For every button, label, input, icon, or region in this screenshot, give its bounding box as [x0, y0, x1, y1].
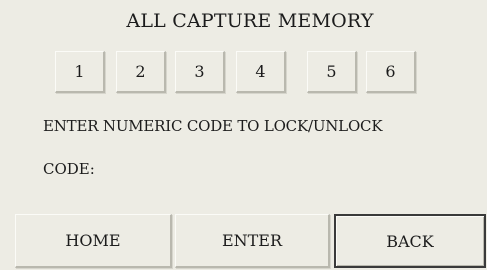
- numeric-key-6[interactable]: 6: [366, 51, 416, 93]
- numeric-key-4[interactable]: 4: [236, 51, 286, 93]
- home-button[interactable]: HOME: [15, 214, 172, 268]
- capture-memory-lock-screen: ALL CAPTURE MEMORY 1 2 3 4 5 6 ENTER NUM…: [0, 0, 487, 270]
- back-button[interactable]: BACK: [334, 214, 486, 268]
- page-title: ALL CAPTURE MEMORY: [126, 10, 374, 32]
- numeric-key-3[interactable]: 3: [175, 51, 225, 93]
- numeric-key-5[interactable]: 5: [307, 51, 357, 93]
- code-label: CODE:: [43, 160, 95, 178]
- numeric-key-1[interactable]: 1: [55, 51, 105, 93]
- enter-button[interactable]: ENTER: [175, 214, 330, 268]
- numeric-key-2[interactable]: 2: [116, 51, 166, 93]
- instruction-text: ENTER NUMERIC CODE TO LOCK/UNLOCK: [43, 117, 383, 135]
